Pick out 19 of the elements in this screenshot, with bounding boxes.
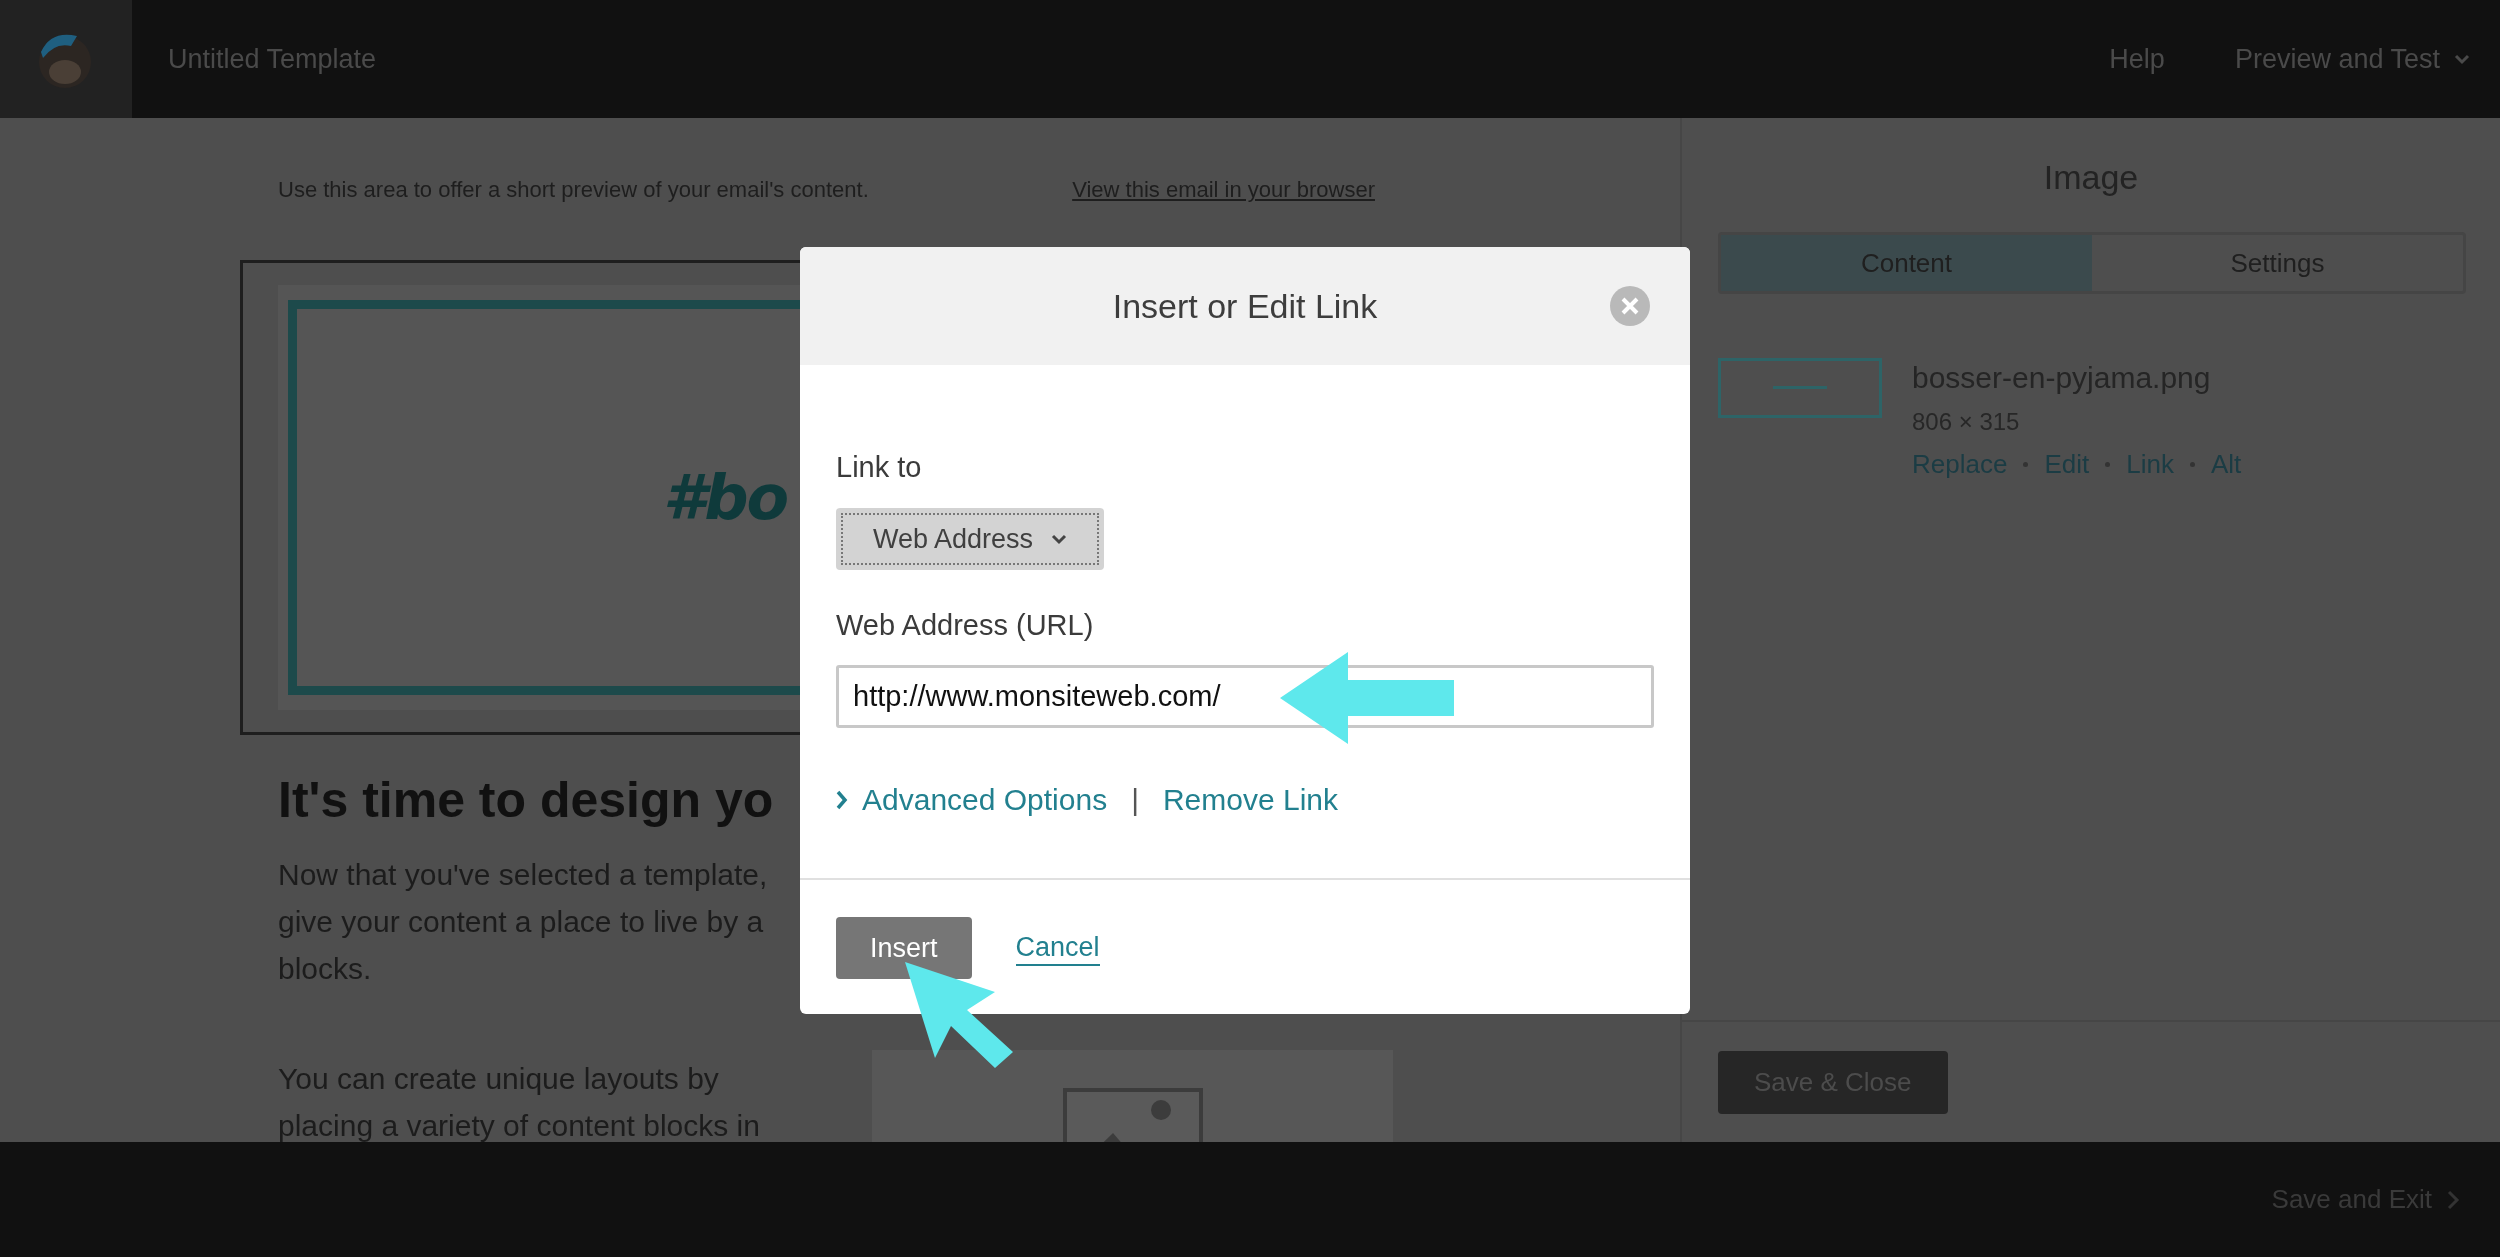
- help-link[interactable]: Help: [2109, 43, 2165, 75]
- insert-button[interactable]: Insert: [836, 917, 972, 979]
- document-title: Untitled Template: [168, 43, 377, 75]
- banner-text: #bo: [663, 461, 788, 534]
- chevron-right-icon: [836, 790, 848, 810]
- chevron-down-icon: [2454, 53, 2470, 65]
- advanced-options-link[interactable]: Advanced Options: [836, 780, 1108, 820]
- field-label: Link to: [836, 450, 923, 485]
- chevron-down-icon: [1051, 533, 1068, 545]
- separator-text: |: [1131, 782, 1139, 818]
- dialog-title: Insert or Edit Link: [1112, 286, 1378, 326]
- link-type-dropdown[interactable]: Web Address: [836, 508, 1104, 570]
- preview-menu[interactable]: Preview and Test: [2234, 43, 2470, 75]
- chevron-right-icon: [2446, 1189, 2460, 1210]
- cancel-link[interactable]: Cancel: [1015, 930, 1100, 966]
- email-heading: It's time to design yo: [278, 771, 774, 830]
- remove-link[interactable]: Remove Link: [1162, 780, 1339, 820]
- field-label: Web Address (URL): [836, 608, 1095, 643]
- close-icon[interactable]: [1610, 286, 1650, 326]
